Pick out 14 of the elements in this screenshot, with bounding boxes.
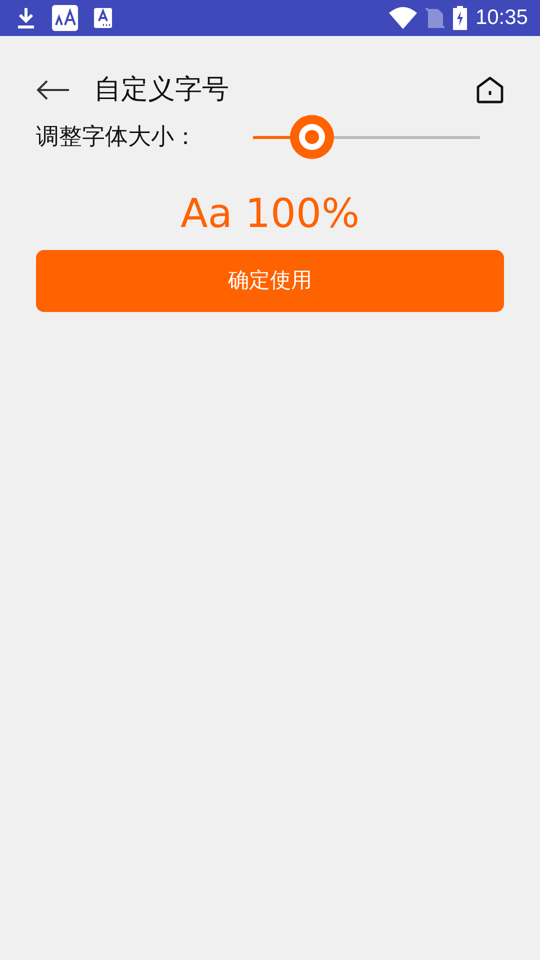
home-icon[interactable] bbox=[476, 76, 504, 104]
back-icon[interactable] bbox=[36, 79, 70, 101]
clock-time: 10:35 bbox=[475, 5, 528, 32]
font-icon bbox=[94, 8, 112, 28]
font-size-label: 调整字体大小： bbox=[36, 122, 197, 152]
download-icon bbox=[16, 6, 36, 30]
font-size-icon bbox=[52, 5, 78, 31]
font-size-preview: Aa 100% bbox=[180, 191, 360, 237]
no-sim-icon bbox=[425, 7, 446, 29]
battery-charging-icon bbox=[453, 6, 468, 30]
slider-thumb[interactable] bbox=[290, 114, 334, 158]
confirm-button[interactable]: 确定使用 bbox=[36, 250, 504, 312]
wifi-icon bbox=[389, 7, 418, 29]
page-title: 自定义字号 bbox=[94, 72, 229, 107]
